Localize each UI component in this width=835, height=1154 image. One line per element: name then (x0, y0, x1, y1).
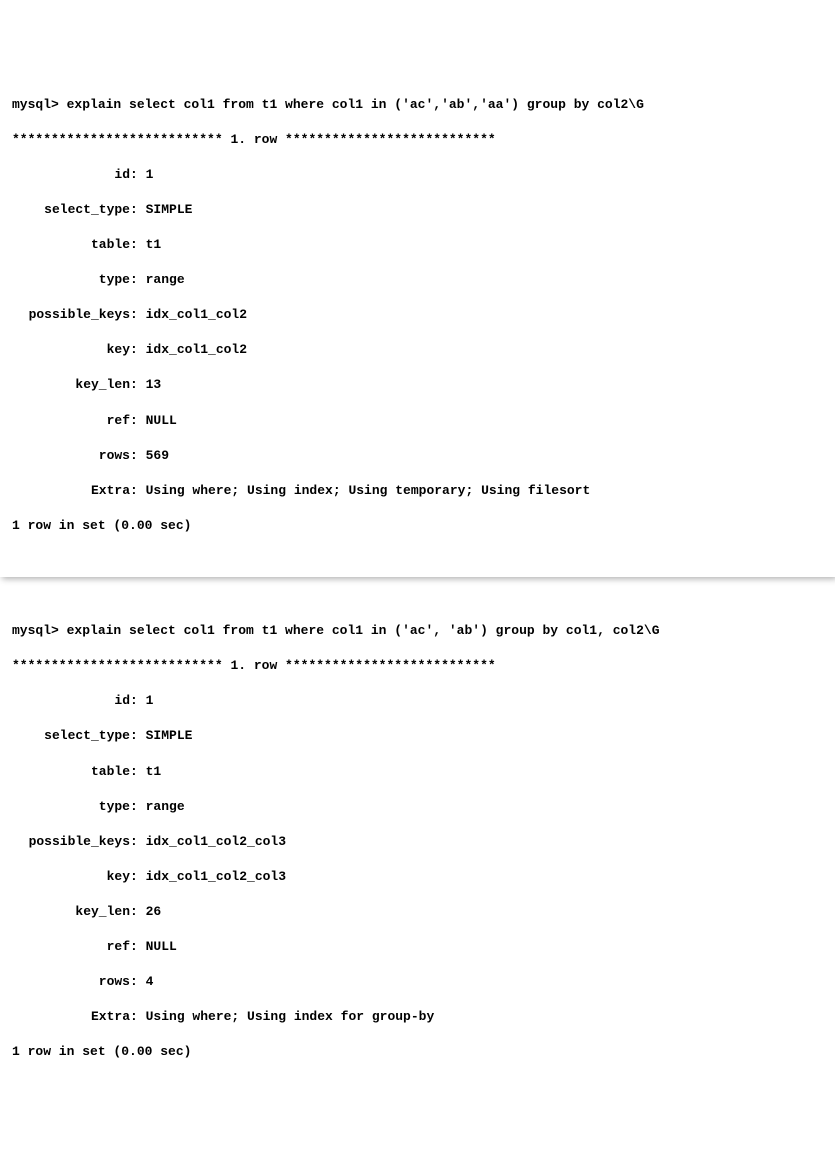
explain-field-id: id: 1 (12, 166, 823, 184)
row-separator: *************************** 1. row *****… (12, 657, 823, 675)
sql-statement: explain select col1 from t1 where col1 i… (67, 623, 660, 638)
explain-field-key-len: key_len: 13 (12, 376, 823, 394)
explain-field-type: type: range (12, 798, 823, 816)
blank-line (12, 552, 823, 570)
blank-line (12, 587, 823, 605)
explain-field-table: table: t1 (12, 763, 823, 781)
row-separator: *************************** 1. row *****… (12, 131, 823, 149)
explain-field-rows: rows: 569 (12, 447, 823, 465)
sql-statement: explain select col1 from t1 where col1 i… (67, 97, 644, 112)
explain-field-possible-keys: possible_keys: idx_col1_col2 (12, 306, 823, 324)
explain-field-rows: rows: 4 (12, 973, 823, 991)
mysql-prompt: mysql> (12, 97, 67, 112)
result-footer: 1 row in set (0.00 sec) (12, 517, 823, 535)
query-line: mysql> explain select col1 from t1 where… (12, 96, 823, 114)
explain-field-ref: ref: NULL (12, 412, 823, 430)
explain-field-key: key: idx_col1_col2_col3 (12, 868, 823, 886)
explain-field-id: id: 1 (12, 692, 823, 710)
explain-field-key-len: key_len: 26 (12, 903, 823, 921)
explain-field-select-type: select_type: SIMPLE (12, 727, 823, 745)
mysql-prompt: mysql> (12, 623, 67, 638)
explain-field-key: key: idx_col1_col2 (12, 341, 823, 359)
explain-field-extra: Extra: Using where; Using index for grou… (12, 1008, 823, 1026)
query-line: mysql> explain select col1 from t1 where… (12, 622, 823, 640)
terminal-output: mysql> explain select col1 from t1 where… (12, 78, 823, 1078)
explain-field-ref: ref: NULL (12, 938, 823, 956)
explain-field-possible-keys: possible_keys: idx_col1_col2_col3 (12, 833, 823, 851)
explain-field-select-type: select_type: SIMPLE (12, 201, 823, 219)
explain-field-type: type: range (12, 271, 823, 289)
explain-field-extra: Extra: Using where; Using index; Using t… (12, 482, 823, 500)
explain-field-table: table: t1 (12, 236, 823, 254)
result-footer: 1 row in set (0.00 sec) (12, 1043, 823, 1061)
